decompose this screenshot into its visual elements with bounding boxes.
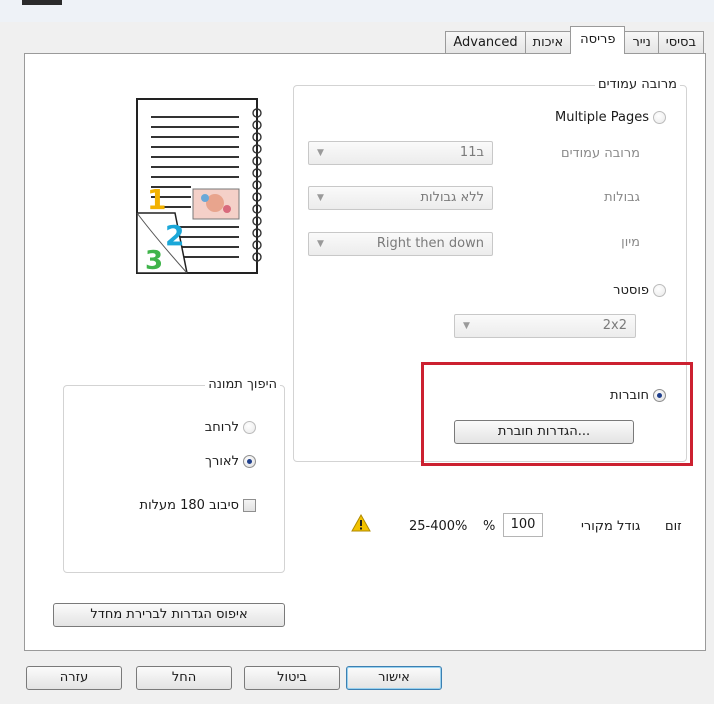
tab-layout[interactable]: פריסה (570, 26, 626, 54)
order-value: Right then down (376, 236, 484, 251)
cancel-button[interactable]: ביטול (244, 666, 340, 690)
poster-radio[interactable] (653, 284, 666, 297)
order-select[interactable]: ▼ Right then down (308, 232, 493, 256)
landscape-label: לרוחב (204, 420, 239, 435)
multiple-pages-option[interactable]: Multiple Pages (555, 110, 666, 125)
preview-number-2: 2 (165, 219, 184, 252)
borders-label: גבולות (604, 190, 640, 205)
chevron-down-icon: ▼ (317, 193, 324, 203)
tab-bar: בסיסי נייר פריסה איכות Advanced (445, 26, 704, 54)
landscape-radio[interactable] (243, 421, 256, 434)
layout-panel: 1 2 3 מרובה עמודים Multiple Pages מרובה … (24, 53, 706, 651)
tab-basic[interactable]: בסיסי (657, 31, 704, 54)
pages-per-sheet-label: מרובה עמודים (561, 146, 640, 161)
reset-defaults-button[interactable]: איפוס הגדרות לברירת מחדל (53, 603, 285, 627)
zoom-range: 25-400% (409, 519, 468, 534)
borders-select[interactable]: ▼ ללא גבולות (308, 186, 493, 210)
apply-button[interactable]: החל (136, 666, 232, 690)
multiple-pages-group-title: מרובה עמודים (595, 77, 680, 92)
landscape-option[interactable]: לרוחב (205, 420, 256, 435)
title-strip (0, 0, 714, 22)
preview-number-1: 1 (147, 183, 166, 216)
multiple-pages-radio[interactable] (653, 111, 666, 124)
tab-quality[interactable]: איכות (524, 31, 572, 54)
warning-icon (351, 514, 371, 532)
zoom-input[interactable]: 100 (503, 513, 543, 537)
portrait-option[interactable]: לאורך (205, 454, 256, 469)
orientation-group: היפוך תמונה לרוחב לאורך סיבוב 180 מעלות (63, 377, 285, 573)
original-size-label: גודל מקורי (581, 519, 641, 534)
orientation-group-title: היפוך תמונה (205, 377, 280, 392)
help-button[interactable]: עזרה (26, 666, 122, 690)
borders-value: ללא גבולות (420, 190, 485, 205)
chevron-down-icon: ▼ (317, 239, 324, 249)
portrait-radio[interactable] (243, 455, 256, 468)
tab-advanced[interactable]: Advanced (445, 31, 526, 54)
rotate180-label: סיבוב 180 מעלות (139, 498, 239, 513)
booklet-preview-image: 1 2 3 (136, 98, 262, 275)
order-label: מיון (621, 235, 640, 250)
zoom-label: זום (665, 519, 682, 534)
rotate180-option[interactable]: סיבוב 180 מעלות (140, 498, 256, 513)
multiple-pages-label: Multiple Pages (554, 110, 649, 125)
zoom-unit: % (483, 519, 496, 534)
pages-per-sheet-select[interactable]: ▼ 1ב1 (308, 141, 493, 165)
rotate180-checkbox[interactable] (243, 499, 256, 512)
chevron-down-icon: ▼ (317, 148, 324, 158)
ok-button[interactable]: אישור (346, 666, 442, 690)
poster-value: 2x2 (602, 318, 627, 333)
booklet-highlight-box (421, 362, 693, 466)
poster-option[interactable]: פוסטר (613, 283, 666, 298)
preview-number-3: 3 (145, 246, 163, 275)
tab-paper[interactable]: נייר (624, 31, 659, 54)
portrait-label: לאורך (205, 454, 239, 469)
poster-select[interactable]: ▼ 2x2 (454, 314, 636, 338)
pages-per-sheet-value: 1ב1 (459, 145, 484, 160)
chevron-down-icon: ▼ (463, 321, 470, 331)
poster-label: פוסטר (613, 283, 649, 298)
title-mark (22, 0, 62, 5)
